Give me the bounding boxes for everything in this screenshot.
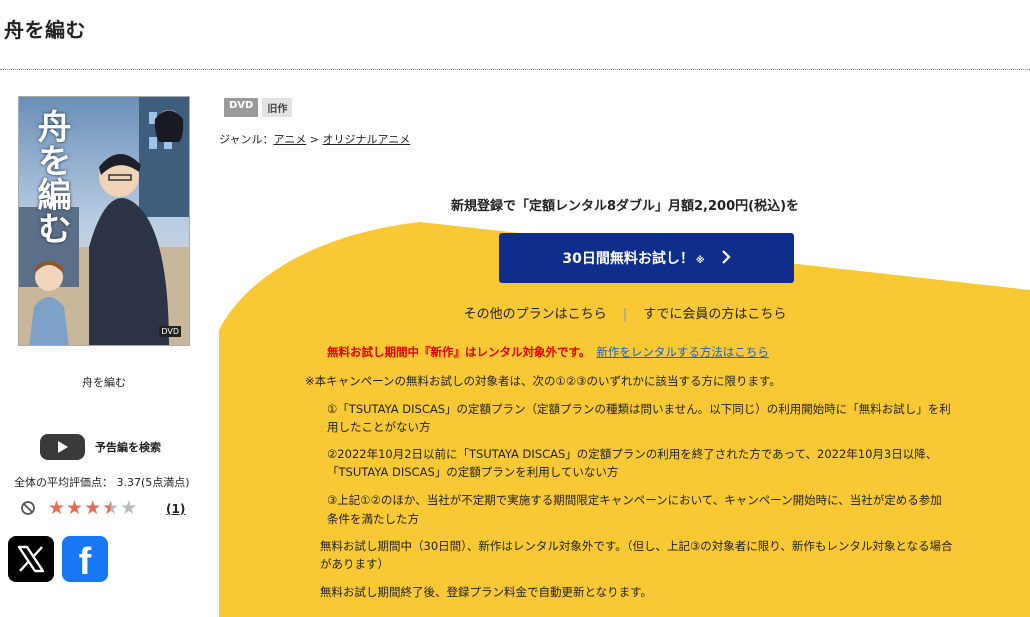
- facebook-logo-icon: f: [78, 541, 92, 583]
- free-trial-note: ※: [695, 256, 705, 266]
- genre-breadcrumb: ジャンル：アニメ > オリジナルアニメ: [219, 131, 410, 147]
- review-count-link[interactable]: (1): [166, 502, 185, 516]
- genre-prefix: ジャンル：: [219, 133, 274, 146]
- play-icon: [40, 434, 85, 460]
- new-release-rental-link[interactable]: 新作をレンタルする方法はこちら: [596, 345, 769, 359]
- plan-links: その他のプランはこちら | すでに会員の方はこちら: [220, 303, 1030, 322]
- share-x-button[interactable]: [8, 536, 54, 582]
- star-icon[interactable]: ★: [102, 498, 119, 518]
- format-badges: DVD 旧作: [224, 98, 293, 117]
- trial-note-line-2: があります）: [320, 557, 389, 571]
- free-trial-button[interactable]: 30日間無料お試し！ ※: [499, 233, 794, 283]
- auto-renew-note: 無料お試し期間終了後、登録プラン料金で自動更新となります。: [320, 585, 653, 599]
- condition-3-line-2: 条件を満たした方: [327, 512, 419, 526]
- condition-1-line-2: 用したことがない方: [327, 420, 431, 434]
- genre-link-anime[interactable]: アニメ: [273, 133, 306, 146]
- free-trial-label: 30日間無料お試し！: [562, 251, 694, 267]
- condition-1-line-1: ①「TSUTAYA DISCAS」の定額プラン（定額プランの種類は問いません。以…: [327, 402, 951, 416]
- other-plans-link[interactable]: その他のプランはこちら: [464, 307, 607, 322]
- star-icon[interactable]: ★: [84, 498, 101, 518]
- cover-title: 舟を編む: [31, 109, 71, 245]
- average-rating-label: 全体の平均評価点： 3.37(5点満点): [14, 476, 190, 489]
- trailer-label: 予告編を検索: [95, 441, 161, 454]
- promo-headline: 新規登録で「定額レンタル8ダブル」月額2,200円(税込)を: [450, 199, 800, 214]
- x-logo-icon: [17, 545, 45, 573]
- page-title: 舟を編む: [4, 18, 86, 42]
- trailer-search-button[interactable]: 予告編を検索: [40, 434, 161, 460]
- star-icon[interactable]: ★: [120, 498, 137, 518]
- condition-3-line-1: ③上記①②のほか、当社が不定期で実施する期間限定キャンペーンにおいて、キャンペー…: [327, 493, 942, 507]
- cover-caption: 舟を編む: [82, 376, 126, 389]
- product-cover-image[interactable]: 舟を編む DVD: [18, 96, 190, 346]
- member-login-link[interactable]: すでに会員の方はこちら: [643, 307, 786, 322]
- share-facebook-button[interactable]: f: [62, 536, 108, 582]
- badge-old-release: 旧作: [262, 98, 293, 117]
- trial-note-line-1: 無料お試し期間中（30日間）、新作はレンタル対象外です。（但し、上記③の対象者に…: [320, 539, 953, 553]
- no-entry-icon[interactable]: [20, 500, 36, 516]
- badge-dvd: DVD: [224, 98, 259, 117]
- rating-stars[interactable]: ★ ★ ★ ★ ★: [48, 498, 137, 518]
- trial-warning-row: 無料お試し期間中『新作』はレンタル対象外です。 新作をレンタルする方法はこちら: [327, 344, 769, 360]
- chevron-right-icon: [721, 248, 731, 269]
- cover-dvd-tag: DVD: [159, 326, 181, 337]
- genre-separator: >: [309, 133, 319, 146]
- header-divider: [0, 69, 1030, 70]
- genre-link-original-anime[interactable]: オリジナルアニメ: [322, 133, 410, 146]
- star-icon[interactable]: ★: [48, 498, 65, 518]
- trial-warning-text: 無料お試し期間中『新作』はレンタル対象外です。: [327, 345, 591, 359]
- campaign-eligibility-text: ※本キャンペーンの無料お試しの対象者は、次の①②③のいずれかに該当する方に限りま…: [305, 374, 781, 388]
- rating-row: ★ ★ ★ ★ ★: [20, 498, 137, 518]
- condition-2-line-1: ②2022年10月2日以前に「TSUTAYA DISCAS」の定額プランの利用を…: [327, 447, 938, 461]
- condition-2-line-2: 「TSUTAYA DISCAS」の定額プランを利用していない方: [327, 465, 619, 479]
- plan-links-separator: |: [622, 307, 628, 322]
- star-icon[interactable]: ★: [66, 498, 83, 518]
